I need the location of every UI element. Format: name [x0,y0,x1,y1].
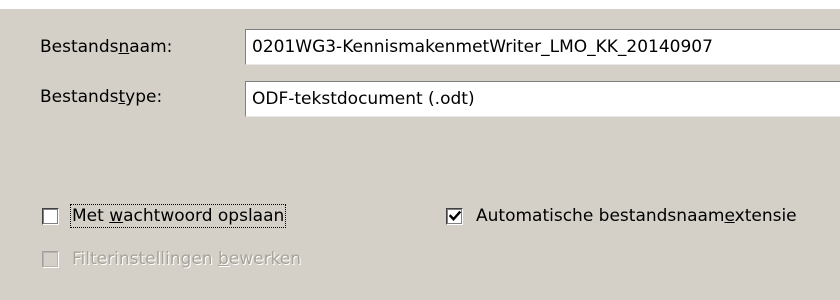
auto-extension-option[interactable]: Automatische bestandsnaamextensie [446,206,797,226]
edit-filter-settings-checkbox [42,250,59,268]
filetype-label: Bestandstype: [40,87,163,107]
filename-value: 0201WG3-KennismakenmetWriter_LMO_KK_2014… [252,37,713,57]
auto-extension-checkbox[interactable] [446,207,463,225]
edit-filter-settings-label: Filterinstellingen bewerken [72,249,302,269]
dialog-top-edge [0,0,840,9]
auto-extension-label: Automatische bestandsnaamextensie [476,206,797,226]
save-with-password-option[interactable]: Met wachtwoord opslaan [42,204,287,228]
filename-label: Bestandsnaam: [40,37,173,57]
save-with-password-label: Met wachtwoord opslaan [69,204,287,228]
checkmark-icon [448,210,462,221]
filetype-value: ODF-tekstdocument (.odt) [252,89,475,109]
edit-filter-settings-option: Filterinstellingen bewerken [42,249,301,269]
filetype-select[interactable]: ODF-tekstdocument (.odt) [245,81,840,117]
filename-input[interactable]: 0201WG3-KennismakenmetWriter_LMO_KK_2014… [245,29,840,65]
save-with-password-checkbox[interactable] [42,207,59,225]
